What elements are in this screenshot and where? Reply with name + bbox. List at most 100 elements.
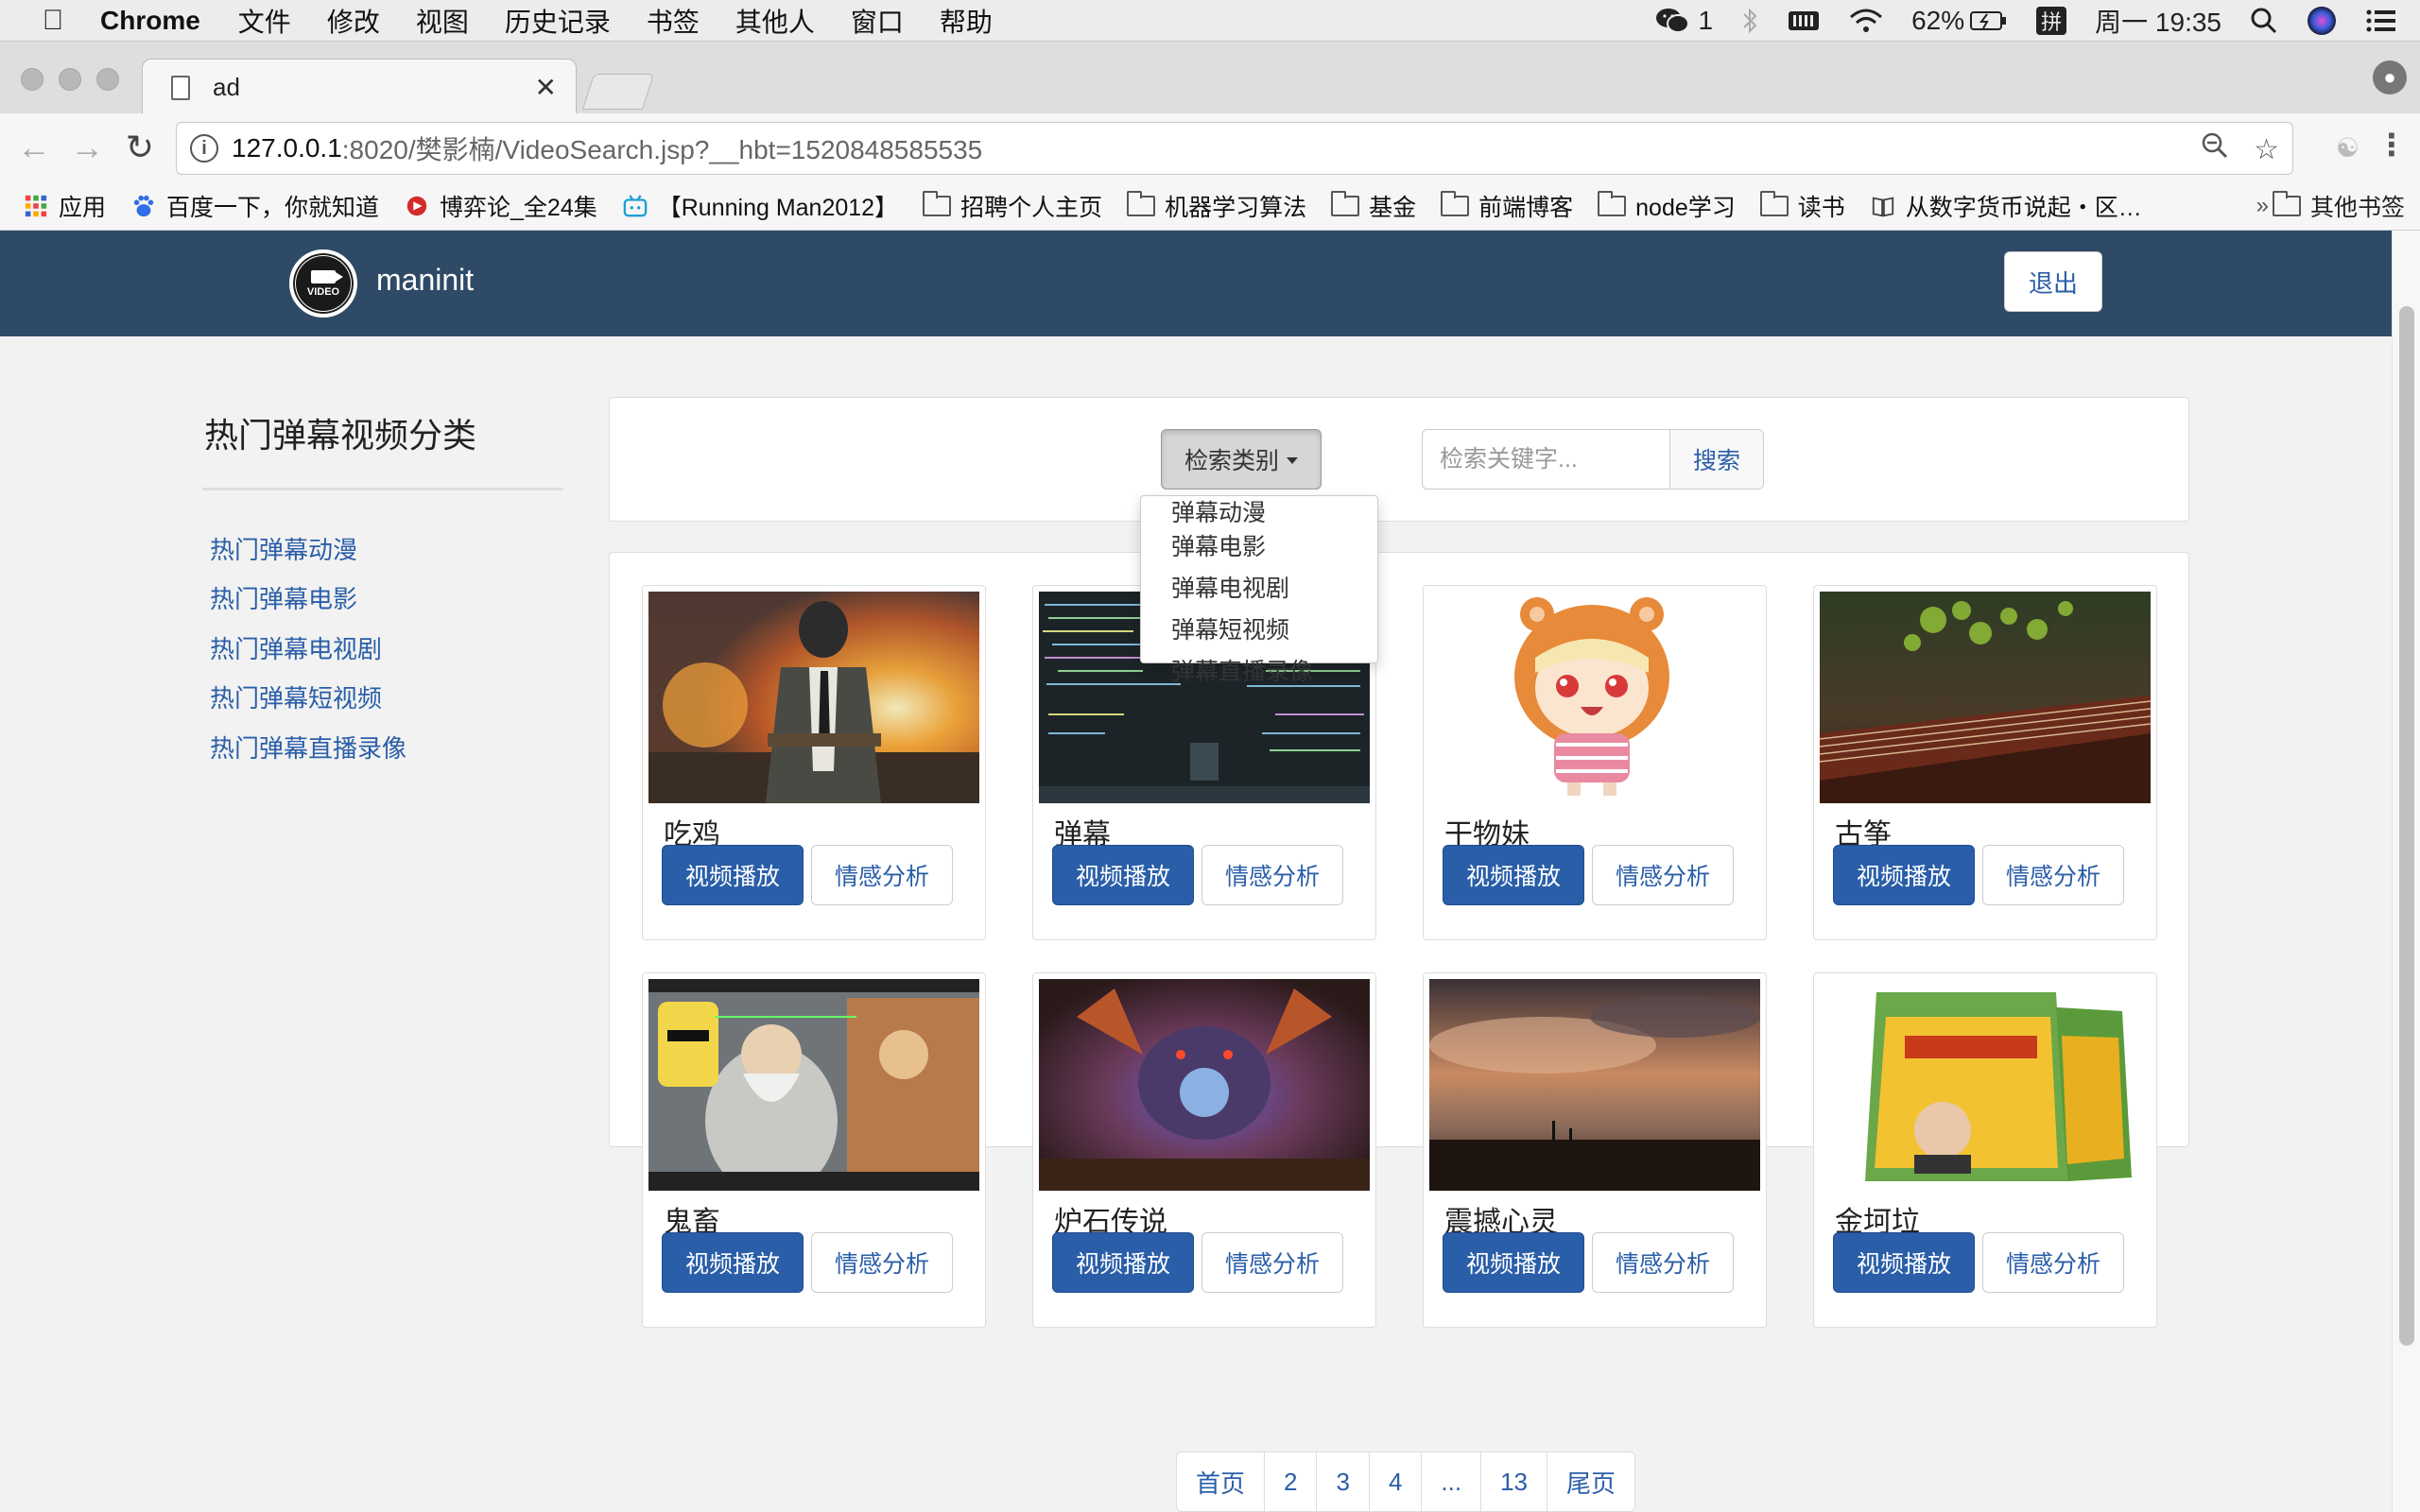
apple-icon[interactable]:  [34,5,72,37]
spotlight-search-icon[interactable] [2250,7,2278,35]
menu-help[interactable]: 帮助 [940,2,993,40]
site-info-icon[interactable]: i [190,134,218,163]
dropdown-item-anime[interactable]: 弹幕动漫 [1141,502,1377,530]
page-last[interactable]: 尾页 [1547,1452,1636,1512]
forward-arrow-icon[interactable]: → [66,127,108,168]
menu-view[interactable]: 视图 [416,2,469,40]
bookmark-folder-node[interactable]: node学习 [1598,189,1736,223]
logout-button[interactable]: 退出 [2004,251,2102,312]
status-area: 1 62% 拼 周一 19:35 [1655,0,2397,42]
sentiment-analysis-button[interactable]: 情感分析 [1982,845,2124,905]
bookmark-folder-frontend[interactable]: 前端博客 [1441,189,1573,223]
scrollbar-thumb[interactable] [2399,306,2414,1346]
bookmarks-overflow-chevron-icon[interactable]: » [2256,193,2269,219]
notification-center-icon[interactable] [2365,8,2397,34]
address-bar[interactable]: i 127.0.0.1:8020/樊影楠/VideoSearch.jsp?__h… [176,122,2293,175]
bookmark-other-bookmarks[interactable]: 其他书签 [2272,181,2405,231]
page-13[interactable]: 13 [1480,1452,1548,1512]
menu-edit[interactable]: 修改 [327,2,380,40]
video-thumbnail[interactable] [1820,979,2151,1191]
page-4[interactable]: 4 [1368,1452,1423,1512]
video-thumbnail[interactable] [1429,592,1760,803]
play-video-button[interactable]: 视频播放 [1443,1232,1584,1293]
search-input[interactable] [1422,429,1669,490]
wechat-icon[interactable]: 1 [1655,6,1713,36]
battery-status[interactable]: 62% [1911,6,2008,36]
menu-file[interactable]: 文件 [238,2,291,40]
bookmark-baidu[interactable]: 百度一下，你就知道 [130,189,379,223]
play-video-button[interactable]: 视频播放 [1833,1232,1975,1293]
play-video-button[interactable]: 视频播放 [1052,845,1194,905]
site-brand[interactable]: maninit [376,263,474,298]
bookmark-blockchain[interactable]: 从数字货币说起・区… [1870,189,2142,223]
page-3[interactable]: 3 [1316,1452,1370,1512]
sidebar-link-tv[interactable]: 热门弹幕电视剧 [210,630,382,665]
extension-icon[interactable]: ☯ [2336,132,2360,163]
bluetooth-icon[interactable] [1741,7,1758,35]
bookmark-folder-ml[interactable]: 机器学习算法 [1127,189,1306,223]
video-thumbnail[interactable] [648,979,979,1191]
back-arrow-icon[interactable]: ← [13,127,55,168]
video-card-jinkela: 金坷垃 视频播放 情感分析 [1813,972,2157,1328]
tab-close-icon[interactable]: ✕ [535,72,557,103]
sentiment-analysis-button[interactable]: 情感分析 [811,1232,953,1293]
dropdown-item-movie[interactable]: 弹幕电影 [1141,530,1377,572]
browser-tab-active[interactable]: ad ✕ [142,59,577,115]
video-thumbnail[interactable] [1429,979,1760,1191]
siri-icon[interactable] [2307,6,2337,36]
play-video-button[interactable]: 视频播放 [1443,845,1584,905]
page-2[interactable]: 2 [1264,1452,1318,1512]
memory-icon[interactable] [1787,9,1821,33]
page-scrollbar[interactable] [2392,231,2420,1512]
new-tab-button[interactable] [581,74,655,110]
bookmark-folder-reading[interactable]: 读书 [1759,189,1845,223]
page-first[interactable]: 首页 [1176,1452,1266,1512]
dropdown-item-short[interactable]: 弹幕短视频 [1141,613,1377,655]
menu-app-chrome[interactable]: Chrome [100,6,200,36]
bookmark-star-icon[interactable]: ☆ [2254,133,2279,166]
window-zoom-button[interactable] [96,68,119,91]
sentiment-analysis-button[interactable]: 情感分析 [1201,845,1343,905]
video-thumbnail[interactable] [1039,979,1370,1191]
bookmark-apps[interactable]: 应用 [23,189,106,223]
play-video-button[interactable]: 视频播放 [662,845,804,905]
dropdown-item-tv[interactable]: 弹幕电视剧 [1141,572,1377,613]
window-minimize-button[interactable] [59,68,81,91]
window-close-button[interactable] [21,68,43,91]
sentiment-analysis-button[interactable]: 情感分析 [1592,845,1734,905]
bookmark-folder-fund[interactable]: 基金 [1331,189,1416,223]
zoom-icon[interactable] [2201,131,2229,167]
menu-people[interactable]: 其他人 [735,2,815,40]
sidebar-link-live[interactable]: 热门弹幕直播录像 [210,730,406,765]
dropdown-item-live[interactable]: 弹幕直播录像 [1141,655,1377,696]
menu-window[interactable]: 窗口 [851,2,904,40]
site-logo[interactable]: VIDEO [289,249,357,318]
sidebar-link-anime[interactable]: 热门弹幕动漫 [210,531,357,566]
sentiment-analysis-button[interactable]: 情感分析 [811,845,953,905]
category-dropdown-button[interactable]: 检索类别 [1161,429,1322,490]
input-method-indicator[interactable]: 拼 [2036,7,2067,35]
video-camera-icon: VIDEO [296,256,351,311]
play-video-button[interactable]: 视频播放 [662,1232,804,1293]
sentiment-analysis-button[interactable]: 情感分析 [1201,1232,1343,1293]
video-card-guichu: 鬼畜 视频播放 情感分析 [642,972,986,1328]
menu-history[interactable]: 历史记录 [505,2,611,40]
bookmark-running-man[interactable]: 【Running Man2012】 [622,189,898,223]
sentiment-analysis-button[interactable]: 情感分析 [1982,1232,2124,1293]
video-thumbnail[interactable] [1820,592,2151,803]
search-button[interactable]: 搜索 [1669,429,1764,490]
chrome-menu-icon[interactable]: ⋮ [2377,127,2407,163]
wifi-icon[interactable] [1849,8,1883,34]
sentiment-analysis-button[interactable]: 情感分析 [1592,1232,1734,1293]
menubar-clock[interactable]: 周一 19:35 [2095,2,2221,40]
play-video-button[interactable]: 视频播放 [1833,845,1975,905]
reload-icon[interactable]: ↻ [119,127,161,168]
profile-avatar-icon[interactable]: ● [2373,60,2407,94]
bookmark-game-theory[interactable]: 博弈论_全24集 [404,189,597,223]
play-video-button[interactable]: 视频播放 [1052,1232,1194,1293]
sidebar-link-movie[interactable]: 热门弹幕电影 [210,580,357,615]
sidebar-link-short[interactable]: 热门弹幕短视频 [210,679,382,714]
menu-bookmarks[interactable]: 书签 [647,2,700,40]
bookmark-folder-recruit[interactable]: 招聘个人主页 [923,189,1102,223]
video-thumbnail[interactable] [648,592,979,803]
